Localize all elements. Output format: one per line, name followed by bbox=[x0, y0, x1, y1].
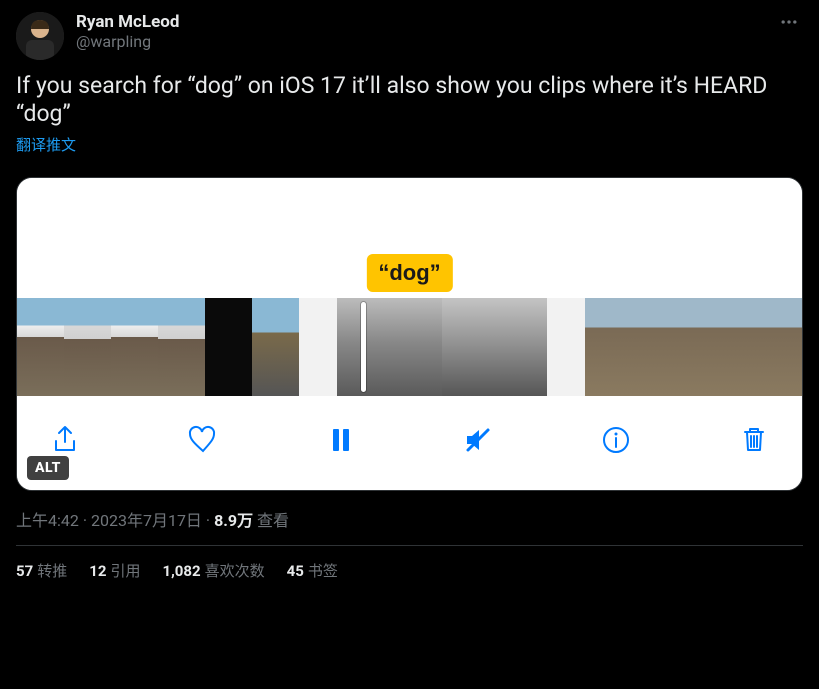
time[interactable]: 上午4:42 bbox=[16, 511, 79, 530]
tweet-header: Ryan McLeod @warpling bbox=[16, 12, 803, 60]
user-block: Ryan McLeod @warpling bbox=[76, 12, 763, 51]
stats-row: 57转推 12引用 1,082喜欢次数 45书签 bbox=[16, 546, 803, 581]
thumbnail bbox=[337, 298, 442, 396]
more-button[interactable] bbox=[775, 8, 803, 40]
media-toolbar bbox=[17, 396, 802, 490]
playhead-line[interactable] bbox=[361, 302, 366, 392]
alt-badge[interactable]: ALT bbox=[27, 456, 69, 480]
avatar[interactable] bbox=[16, 12, 64, 60]
thumbnail bbox=[205, 298, 252, 396]
thumbnail bbox=[252, 298, 299, 396]
pause-icon[interactable] bbox=[321, 420, 361, 460]
trash-icon[interactable] bbox=[734, 420, 774, 460]
filmstrip-gap bbox=[299, 298, 337, 396]
thumbnail bbox=[442, 298, 547, 396]
display-name[interactable]: Ryan McLeod bbox=[76, 12, 763, 32]
thumbnail bbox=[158, 298, 205, 396]
stat-bookmarks[interactable]: 45书签 bbox=[287, 560, 338, 581]
translate-link[interactable]: 翻译推文 bbox=[16, 134, 76, 155]
media-top: “dog” bbox=[17, 178, 802, 298]
thumbnail bbox=[64, 298, 111, 396]
tweet-text: If you search for “dog” on iOS 17 it’ll … bbox=[16, 72, 803, 128]
thumbnail bbox=[585, 298, 630, 396]
thumbnail bbox=[765, 298, 803, 396]
views-count[interactable]: 8.9万 bbox=[214, 511, 253, 530]
date[interactable]: 2023年7月17日 bbox=[91, 511, 202, 530]
clip-group-1[interactable] bbox=[17, 298, 299, 396]
filmstrip-gap bbox=[547, 298, 585, 396]
thumbnail bbox=[720, 298, 765, 396]
meta-row: 上午4:42 2023年7月17日 8.9万 查看 bbox=[16, 507, 803, 546]
share-icon[interactable] bbox=[45, 420, 85, 460]
views-label: 查看 bbox=[257, 511, 289, 530]
caption-bubble: “dog” bbox=[366, 254, 452, 292]
stat-likes[interactable]: 1,082喜欢次数 bbox=[162, 560, 264, 581]
thumbnail bbox=[111, 298, 158, 396]
filmstrip[interactable] bbox=[17, 298, 802, 396]
handle[interactable]: @warpling bbox=[76, 32, 763, 51]
mute-icon[interactable] bbox=[458, 420, 498, 460]
thumbnail bbox=[675, 298, 720, 396]
media-card[interactable]: “dog” bbox=[16, 177, 803, 491]
thumbnail bbox=[17, 298, 64, 396]
clip-group-2[interactable] bbox=[337, 298, 547, 396]
clip-group-3[interactable] bbox=[585, 298, 803, 396]
thumbnail bbox=[630, 298, 675, 396]
tweet-container: Ryan McLeod @warpling If you search for … bbox=[0, 0, 819, 593]
stat-retweets[interactable]: 57转推 bbox=[16, 560, 67, 581]
heart-icon[interactable] bbox=[183, 420, 223, 460]
info-icon[interactable] bbox=[596, 420, 636, 460]
stat-quotes[interactable]: 12引用 bbox=[89, 560, 140, 581]
